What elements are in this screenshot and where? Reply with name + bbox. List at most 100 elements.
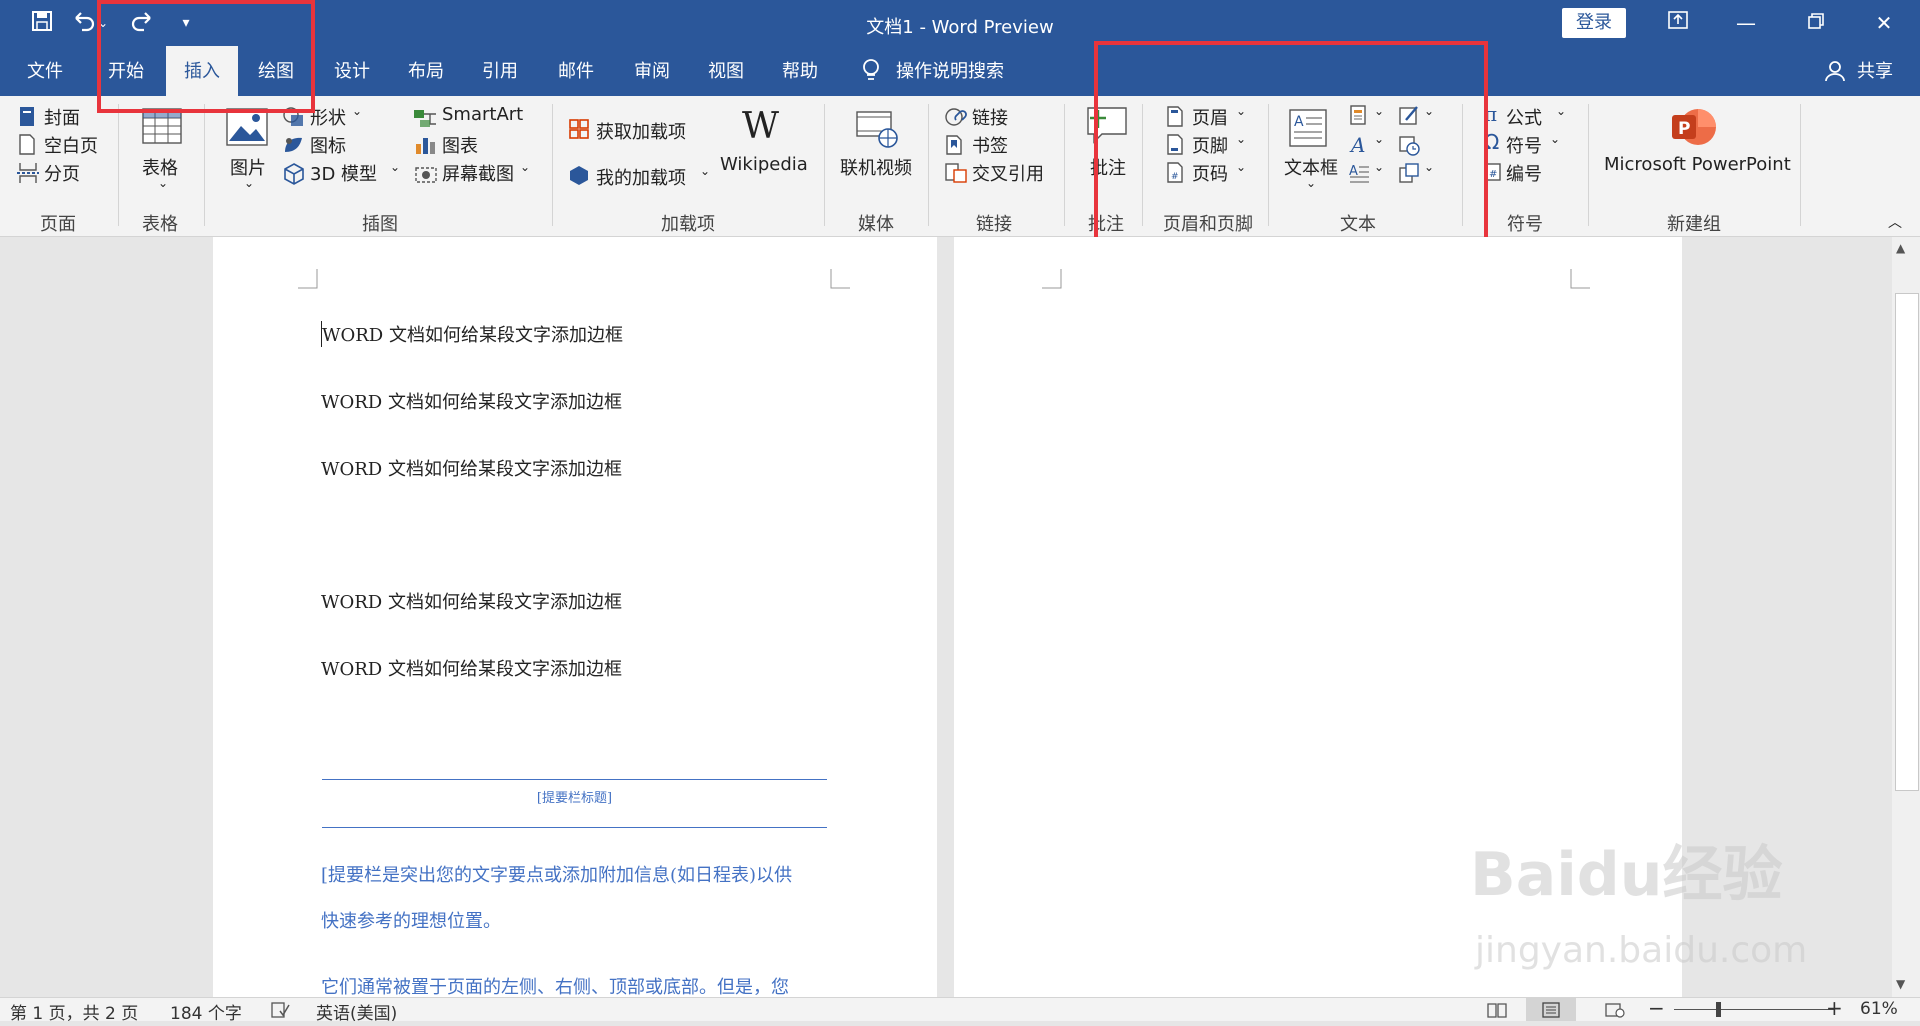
equation-button[interactable]: 公式 (1506, 104, 1542, 130)
sidebar-text[interactable]: [提要栏是突出您的文字要点或添加附加信息(如日程表)以供 (321, 861, 792, 887)
picture-icon (226, 108, 268, 146)
word-count[interactable]: 184 个字 (170, 999, 242, 1024)
status-bar: 第 1 页，共 2 页 184 个字 英语(美国) − + 61% (0, 996, 1920, 1024)
table-dropdown-icon[interactable]: ⌄ (158, 176, 168, 190)
group-label-pages: 页面 (40, 214, 76, 235)
blank-page-icon (19, 134, 35, 155)
powerpoint-button[interactable]: Microsoft PowerPoint (1604, 154, 1791, 175)
scroll-down-icon[interactable]: ▼ (1896, 977, 1905, 991)
tab-view[interactable]: 视图 (690, 46, 762, 96)
my-addins-button[interactable]: 我的加载项 (596, 164, 686, 190)
watermark-logo: Baidu经验 (1470, 840, 1783, 910)
sidebar-title[interactable]: [提要栏标题] (322, 787, 827, 806)
print-layout-view-button[interactable] (1526, 998, 1576, 1021)
symbol-button[interactable]: 符号 (1506, 132, 1542, 158)
link-icon (945, 108, 967, 126)
scrollbar-thumb[interactable] (1895, 293, 1919, 791)
crop-mark (1570, 269, 1590, 289)
login-button[interactable]: 登录 (1562, 8, 1626, 38)
sidebar-top-rule (322, 779, 827, 780)
online-video-button[interactable]: 联机视频 (840, 154, 912, 180)
smartart-button[interactable]: SmartArt (442, 104, 523, 125)
page-count[interactable]: 第 1 页，共 2 页 (10, 999, 138, 1024)
svg-text:P: P (1678, 119, 1690, 139)
share-button[interactable]: 共享 (1850, 46, 1900, 96)
wikipedia-button[interactable]: Wikipedia (720, 154, 808, 175)
zoom-in-icon[interactable]: + (1826, 996, 1843, 1020)
3d-model-button[interactable]: 3D 模型 (310, 160, 377, 186)
zoom-out-icon[interactable]: − (1648, 996, 1665, 1020)
online-video-icon (856, 111, 898, 148)
icons-button[interactable]: 图标 (310, 132, 346, 158)
screenshot-button[interactable]: 屏幕截图 (442, 160, 514, 186)
language-indicator[interactable]: 英语(美国) (316, 999, 397, 1024)
tab-design[interactable]: 设计 (316, 46, 388, 96)
web-layout-icon[interactable] (1604, 1001, 1626, 1019)
scroll-up-icon[interactable]: ▲ (1896, 241, 1905, 255)
blank-page-button[interactable]: 空白页 (44, 132, 98, 158)
cover-page-button[interactable]: 封面 (44, 104, 80, 130)
ribbon: 封面 空白页 分页 页面 表格 ⌄ 表格 图片 ⌄ 形状 ⌄ 图标 3D 模型 … (0, 96, 1920, 237)
zoom-slider[interactable] (1674, 1009, 1834, 1010)
link-button[interactable]: 链接 (972, 104, 1008, 130)
icons-icon (285, 137, 302, 152)
screenshot-icon (415, 167, 437, 183)
vertical-scrollbar[interactable]: ▲ ▼ (1892, 237, 1920, 997)
sidebar-text[interactable]: 快速参考的理想位置。 (321, 907, 501, 933)
3d-model-dropdown-icon[interactable]: ⌄ (390, 160, 400, 174)
tab-review[interactable]: 审阅 (616, 46, 688, 96)
ribbon-display-icon[interactable] (1658, 10, 1698, 36)
numbering-button[interactable]: 编号 (1506, 160, 1542, 186)
zoom-level[interactable]: 61% (1860, 999, 1898, 1019)
person-icon (1820, 46, 1850, 96)
tell-me-search[interactable]: 操作说明搜索 (896, 46, 1026, 96)
paragraph[interactable]: WORD 文档如何给某段文字添加边框 (321, 655, 622, 681)
tab-mailings[interactable]: 邮件 (540, 46, 612, 96)
paragraph[interactable]: WORD 文档如何给某段文字添加边框 (321, 588, 622, 614)
shapes-dropdown-icon[interactable]: ⌄ (352, 104, 362, 118)
paragraph[interactable]: WORD 文档如何给某段文字添加边框 (321, 388, 622, 414)
tab-help[interactable]: 帮助 (764, 46, 836, 96)
restore-icon[interactable] (1796, 10, 1836, 36)
3d-model-icon (284, 163, 304, 185)
tab-file[interactable]: 文件 (10, 46, 80, 96)
sidebar-bottom-rule (322, 827, 827, 828)
collapse-ribbon-icon[interactable]: ︿ (1888, 212, 1902, 232)
get-addins-button[interactable]: 获取加载项 (596, 118, 686, 144)
my-addins-icon (570, 166, 588, 185)
page-break-icon (17, 163, 39, 183)
proofing-icon[interactable] (270, 1001, 290, 1019)
group-label-addins: 加载项 (661, 214, 715, 235)
minimize-icon[interactable]: — (1726, 10, 1766, 36)
annotation-box-header-footer (1094, 41, 1488, 270)
equation-dropdown-icon[interactable]: ⌄ (1556, 104, 1566, 118)
watermark-url: jingyan.baidu.com (1475, 930, 1808, 971)
group-label-media: 媒体 (858, 214, 894, 235)
page-break-button[interactable]: 分页 (44, 160, 80, 186)
lightbulb-icon (856, 46, 886, 96)
group-label-links: 链接 (976, 214, 1012, 235)
paragraph[interactable]: WORD 文档如何给某段文字添加边框 (321, 321, 623, 347)
zoom-slider-thumb[interactable] (1716, 1002, 1721, 1017)
picture-dropdown-icon[interactable]: ⌄ (244, 176, 254, 190)
chart-button[interactable]: 图表 (442, 132, 478, 158)
bookmark-button[interactable]: 书签 (972, 132, 1008, 158)
read-mode-icon[interactable] (1486, 1001, 1508, 1019)
sidebar-text[interactable]: 它们通常被置于页面的左侧、右侧、顶部或底部。但是，您 (321, 973, 789, 997)
group-label-illustrations: 插图 (362, 214, 398, 235)
cross-reference-button[interactable]: 交叉引用 (972, 160, 1044, 186)
group-label-symbols: 符号 (1507, 214, 1543, 235)
my-addins-dropdown-icon[interactable]: ⌄ (700, 164, 710, 178)
paragraph[interactable]: WORD 文档如何给某段文字添加边框 (321, 455, 622, 481)
shapes-button[interactable]: 形状 (310, 104, 346, 130)
cover-page-icon (20, 107, 34, 126)
document-page-1[interactable]: WORD 文档如何给某段文字添加边框 WORD 文档如何给某段文字添加边框 WO… (213, 237, 937, 997)
close-icon[interactable]: ✕ (1864, 10, 1904, 36)
tab-references[interactable]: 引用 (464, 46, 536, 96)
screenshot-dropdown-icon[interactable]: ⌄ (520, 160, 530, 174)
symbol-dropdown-icon[interactable]: ⌄ (1550, 132, 1560, 146)
tab-layout[interactable]: 布局 (390, 46, 462, 96)
cross-reference-icon (945, 163, 967, 183)
group-label-tables: 表格 (142, 214, 178, 235)
get-addins-icon (569, 119, 589, 139)
